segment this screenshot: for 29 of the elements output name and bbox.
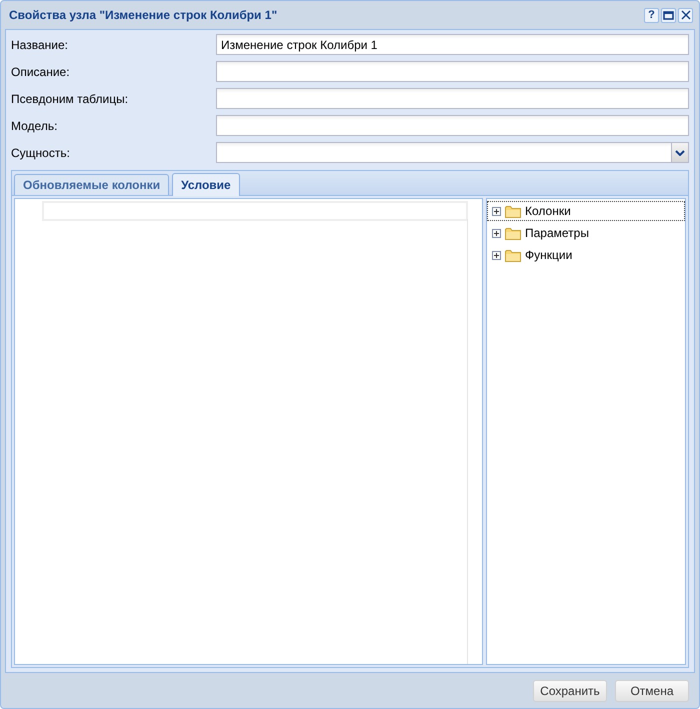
input-field[interactable]: Изменение строк Колибри 1 (216, 34, 689, 55)
input-field[interactable] (216, 115, 689, 136)
chevron-down-icon (675, 150, 685, 156)
dropdown-field[interactable] (216, 142, 689, 163)
cancel-button[interactable]: Отмена (615, 680, 689, 702)
tab[interactable]: Условие (172, 173, 240, 196)
field-label: Модель: (11, 118, 58, 132)
tab[interactable]: Обновляемые колонки (14, 174, 170, 195)
folder-icon (505, 248, 521, 262)
tree-item[interactable]: Колонки (487, 201, 685, 221)
expand-icon (492, 250, 501, 260)
field-label: Сущность: (11, 146, 71, 160)
input-field[interactable] (216, 61, 689, 82)
tree-item[interactable]: Параметры (487, 223, 685, 243)
code-editor[interactable] (14, 198, 483, 665)
field-label: Название: (11, 38, 69, 52)
field-label: Описание: (11, 64, 71, 78)
expand-icon (492, 228, 501, 238)
expand-icon (492, 206, 501, 216)
folder-icon (505, 226, 521, 240)
close-button[interactable] (678, 8, 693, 22)
window-title: Свойства узла "Изменение строк Колибри 1" (9, 8, 278, 22)
maximize-button[interactable] (661, 8, 676, 22)
save-button[interactable]: Сохранить (533, 680, 607, 702)
help-button[interactable]: ? (644, 8, 659, 22)
tree-item[interactable]: Функции (487, 245, 685, 265)
folder-icon (505, 204, 521, 218)
input-field[interactable] (216, 88, 689, 109)
field-label: Псевдоним таблицы: (11, 92, 130, 106)
